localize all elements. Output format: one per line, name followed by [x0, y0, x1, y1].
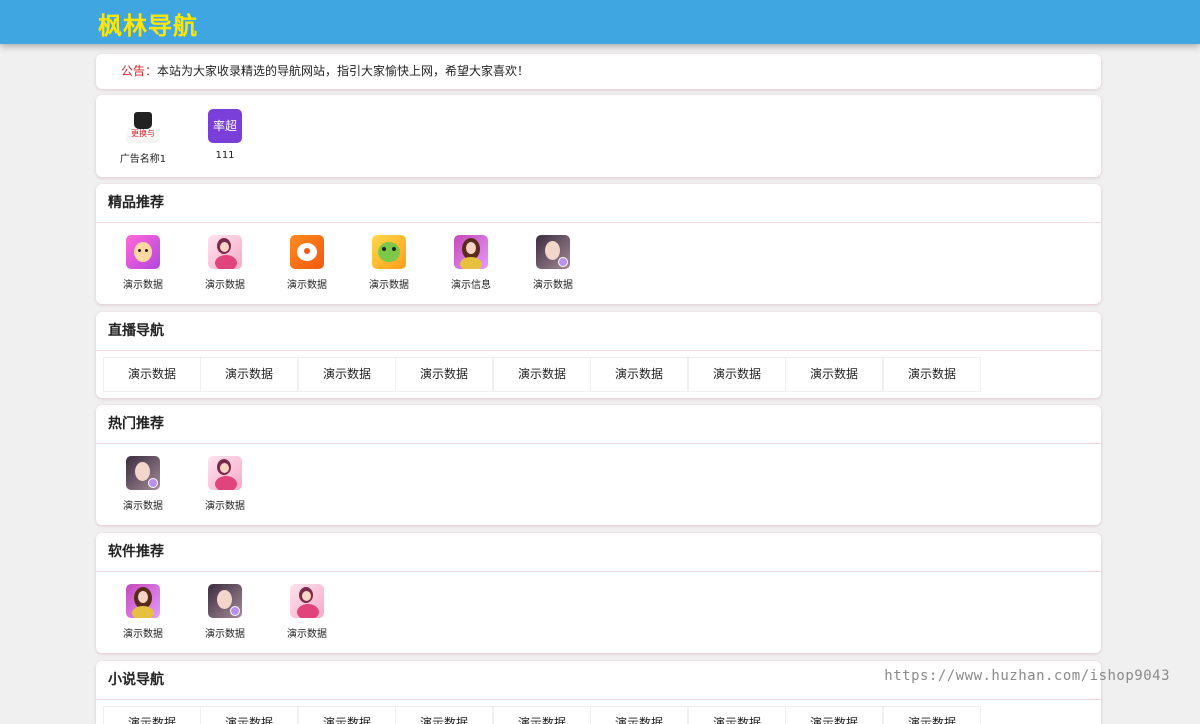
app-item[interactable]: 演示数据: [184, 456, 266, 512]
fox-app-icon: [290, 235, 324, 269]
ad-item-label: 111: [215, 150, 235, 161]
nav-link[interactable]: 演示数据: [493, 357, 591, 392]
app-label: 演示数据: [369, 280, 409, 291]
section-title: 精品推荐: [96, 184, 1101, 223]
photo-girl-app-icon: [126, 456, 160, 490]
section-title: 直播导航: [96, 312, 1101, 351]
ad-item-2[interactable]: 率超 111: [184, 109, 266, 161]
app-label: 演示数据: [287, 280, 327, 291]
app-item[interactable]: 演示数据: [348, 235, 430, 291]
app-item[interactable]: 演示数据: [102, 584, 184, 640]
deer-app-icon: [126, 235, 160, 269]
app-item[interactable]: 演示数据: [266, 584, 348, 640]
app-label: 演示数据: [205, 629, 245, 640]
nav-link[interactable]: 演示数据: [590, 706, 688, 724]
nav-link[interactable]: 演示数据: [103, 706, 201, 724]
app-item[interactable]: 演示数据: [184, 584, 266, 640]
app-label: 演示数据: [287, 629, 327, 640]
notice-bar: 公告：本站为大家收录精选的导航网站，指引大家愉快上网，希望大家喜欢！: [96, 54, 1101, 89]
nav-link[interactable]: 演示数据: [785, 706, 883, 724]
pink-girl-app-icon: [290, 584, 324, 618]
nav-link[interactable]: 演示数据: [298, 706, 396, 724]
app-item[interactable]: 演示信息: [430, 235, 512, 291]
nav-link[interactable]: 演示数据: [200, 357, 298, 392]
pink-girl-app-icon: [208, 456, 242, 490]
bag-ad-icon: 更换与: [126, 109, 160, 143]
notice-text: 本站为大家收录精选的导航网站，指引大家愉快上网，希望大家喜欢！: [157, 64, 530, 78]
dragon-app-icon: [372, 235, 406, 269]
top-header: 枫林导航: [0, 0, 1200, 44]
section-title: 软件推荐: [96, 533, 1101, 572]
app-label: 演示数据: [123, 629, 163, 640]
nav-link[interactable]: 演示数据: [298, 357, 396, 392]
section-title: 热门推荐: [96, 405, 1101, 444]
nav-link[interactable]: 演示数据: [883, 357, 981, 392]
notice-label: 公告：: [121, 64, 158, 78]
nav-link[interactable]: 演示数据: [395, 706, 493, 724]
app-label: 演示数据: [123, 280, 163, 291]
photo-girl-app-icon: [208, 584, 242, 618]
site-logo[interactable]: 枫林导航: [98, 6, 198, 41]
purple-girl-app-icon: [454, 235, 488, 269]
nav-link[interactable]: 演示数据: [493, 706, 591, 724]
ad-panel: 更换与 广告名称1 率超 111: [96, 95, 1101, 177]
app-label: 演示数据: [205, 501, 245, 512]
ad-item-1[interactable]: 更换与 广告名称1: [102, 109, 184, 165]
section-software: 软件推荐 演示数据 演示数据 演示数据: [96, 533, 1101, 653]
app-item[interactable]: 演示数据: [512, 235, 594, 291]
purple-girl-app-icon: [126, 584, 160, 618]
nav-link[interactable]: 演示数据: [200, 706, 298, 724]
app-item[interactable]: 演示数据: [184, 235, 266, 291]
app-item[interactable]: 演示数据: [266, 235, 348, 291]
pink-girl-app-icon: [208, 235, 242, 269]
nav-link[interactable]: 演示数据: [883, 706, 981, 724]
photo-girl-app-icon: [536, 235, 570, 269]
app-label: 演示数据: [205, 280, 245, 291]
nav-link[interactable]: 演示数据: [395, 357, 493, 392]
app-label: 演示数据: [123, 501, 163, 512]
ad-item-label: 广告名称1: [119, 154, 167, 165]
nav-link[interactable]: 演示数据: [590, 357, 688, 392]
app-item[interactable]: 演示数据: [102, 235, 184, 291]
nav-link[interactable]: 演示数据: [688, 706, 786, 724]
section-live: 直播导航 演示数据 演示数据 演示数据 演示数据 演示数据 演示数据 演示数据 …: [96, 312, 1101, 398]
app-label: 演示数据: [533, 280, 573, 291]
watermark-text: https://www.huzhan.com/ishop9043: [884, 668, 1170, 684]
app-label: 演示信息: [451, 280, 491, 291]
nav-link[interactable]: 演示数据: [785, 357, 883, 392]
purple-ad-icon: 率超: [208, 109, 242, 143]
nav-link[interactable]: 演示数据: [103, 357, 201, 392]
nav-link[interactable]: 演示数据: [688, 357, 786, 392]
app-item[interactable]: 演示数据: [102, 456, 184, 512]
section-featured: 精品推荐 演示数据 演示数据 演示数据 演示数据 演示信息 演示数据: [96, 184, 1101, 304]
section-hot: 热门推荐 演示数据 演示数据: [96, 405, 1101, 525]
